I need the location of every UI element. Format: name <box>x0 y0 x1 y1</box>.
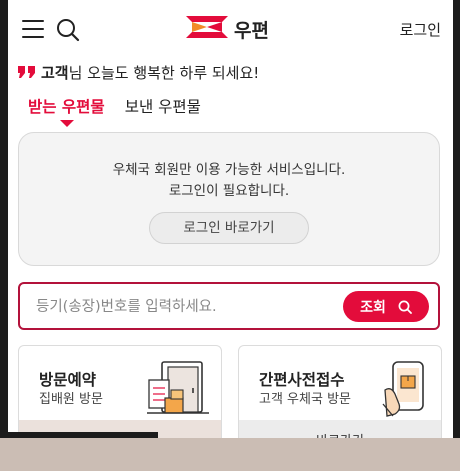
tracking-search-label: 조회 <box>360 299 386 316</box>
korea-post-logo-icon <box>186 16 228 42</box>
service-subtitle: 고객 우체국 방문 <box>259 392 351 407</box>
app-screen: 우편 로그인 고객 님 오늘도 행복한 하루 되세요! 받는 우편물 보낸 우편… <box>8 0 453 471</box>
tracking-search-button[interactable]: 조회 <box>343 291 429 322</box>
login-link[interactable]: 로그인 <box>400 19 441 40</box>
bottom-overlay <box>0 438 460 471</box>
header: 우편 로그인 <box>8 0 453 58</box>
logo-text: 우편 <box>234 19 269 42</box>
tab-sent-mail[interactable]: 보낸 우편물 <box>125 95 201 117</box>
tab-received-mail[interactable]: 받는 우편물 <box>28 95 105 117</box>
service-title: 간편사전접수 <box>259 371 345 389</box>
search-icon[interactable] <box>56 18 80 42</box>
login-required-card: 우체국 회원만 이용 가능한 서비스입니다. 로그인이 필요합니다. 로그인 바… <box>18 132 440 266</box>
mail-tabs: 받는 우편물 보낸 우편물 <box>28 95 221 117</box>
search-icon <box>398 300 412 314</box>
login-message-line2: 로그인이 필요합니다. <box>168 183 290 199</box>
door-parcel-icon <box>147 360 213 420</box>
greeting-message: 님 오늘도 행복한 하루 되세요! <box>68 64 260 82</box>
login-goto-button[interactable]: 로그인 바로가기 <box>149 212 309 244</box>
quote-icon <box>18 64 36 82</box>
hamburger-menu-icon[interactable] <box>22 19 44 39</box>
login-required-message: 우체국 회원만 이용 가능한 서비스입니다. 로그인이 필요합니다. <box>19 160 439 202</box>
tracking-number-input[interactable] <box>34 294 338 320</box>
active-tab-indicator <box>60 120 74 127</box>
phone-parcel-icon <box>381 360 433 422</box>
greeting: 고객 님 오늘도 행복한 하루 되세요! <box>18 62 259 83</box>
tracking-search-box: 조회 <box>18 282 440 330</box>
logo[interactable]: 우편 <box>186 15 269 43</box>
greeting-name: 고객 <box>41 64 69 82</box>
service-title: 방문예약 <box>39 371 97 389</box>
service-subtitle: 집배원 방문 <box>39 392 103 407</box>
login-message-line1: 우체국 회원만 이용 가능한 서비스입니다. <box>112 162 346 178</box>
